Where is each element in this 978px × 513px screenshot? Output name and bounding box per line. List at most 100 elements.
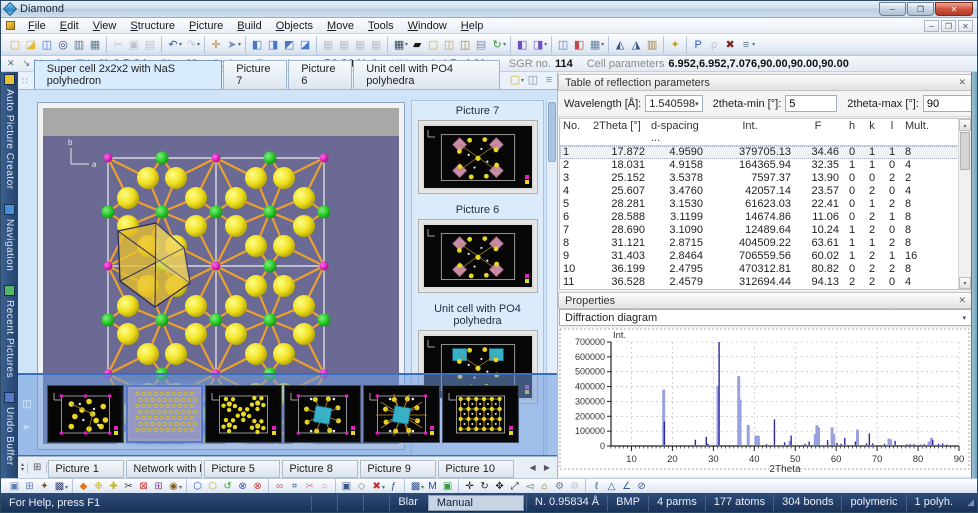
toolbar-icon[interactable]: ▥▾	[71, 36, 87, 54]
toolbar-icon[interactable]: ◫▾	[551, 36, 571, 54]
goto-structure-icon[interactable]: ↘	[19, 58, 35, 69]
restore-button[interactable]: ❐	[907, 2, 934, 16]
picture-tab[interactable]: Network with broken...	[126, 460, 202, 478]
dropdown-arrow-icon[interactable]: ▾	[65, 484, 68, 491]
tab-tool-icon[interactable]: ≡▾	[541, 71, 557, 89]
toolbar-icon[interactable]: ◎▾	[55, 36, 71, 54]
filmstrip-thumbnail[interactable]	[284, 385, 361, 443]
toolbar-icon[interactable]: ◪▾	[23, 36, 39, 54]
toolbar-icon[interactable]: ◭▾	[608, 36, 628, 54]
reflection-panel-close-icon[interactable]: ✕	[958, 77, 966, 88]
selector-arrow-icon[interactable]: ▾	[962, 314, 966, 322]
title-bar[interactable]: Diamond ─ ❐ ✕	[1, 1, 977, 18]
document-icon[interactable]	[6, 21, 15, 30]
toolbar-icon[interactable]: ↷▾	[183, 36, 201, 54]
toolbar-icon[interactable]: ◨▾	[530, 36, 548, 54]
toolbar-icon[interactable]: ✛▾	[204, 36, 224, 54]
document-tab[interactable]: Unit cell with PO4 polyhedra	[353, 60, 500, 89]
properties-selector[interactable]: Diffraction diagram ▾	[559, 309, 972, 326]
toolbar-icon[interactable]: ▤▾	[473, 36, 489, 54]
table-header[interactable]: No. 2Theta [°] d-spacing ... Int. F h k …	[560, 119, 971, 146]
table-row[interactable]: 6 28.588 3.1199 14674.86 11.06 0 2 1 8	[560, 211, 971, 224]
menu-item[interactable]: File	[21, 19, 53, 33]
menu-item[interactable]: Objects	[269, 19, 320, 33]
toolbar-icon[interactable]: ✂▾	[106, 36, 126, 54]
preview-label[interactable]: Unit cell with PO4 polyhedra	[414, 303, 541, 327]
table-row[interactable]: 11 36.528 2.4579 312694.44 94.13 2 2 0 4	[560, 276, 971, 289]
table-row[interactable]: 1 17.872 4.9590 379705.13 34.46 0 1 1 8	[560, 146, 971, 159]
toolbar-icon[interactable]: ↶▾	[161, 36, 183, 54]
resize-grip-icon[interactable]: ◢	[961, 497, 977, 508]
menu-item[interactable]: Structure	[123, 19, 182, 33]
menu-item[interactable]: Build	[230, 19, 268, 33]
toolbar-icon[interactable]: ◩▾	[281, 36, 297, 54]
dropdown-arrow-icon[interactable]: ▾	[238, 41, 241, 48]
toolbar-icon[interactable]: ◪▾	[297, 36, 313, 54]
dropdown-arrow-icon[interactable]: ▾	[544, 41, 547, 48]
document-tab[interactable]: Super cell 2x2x2 with NaS polyhedron	[34, 60, 223, 89]
toolbar-icon[interactable]: P▾	[686, 36, 706, 54]
toolbar-icon[interactable]: ▦▾	[368, 36, 384, 54]
close-structure-icon[interactable]: ✕	[3, 58, 19, 69]
table-row[interactable]: 3 25.152 3.5378 7597.37 13.90 0 0 2 2	[560, 172, 971, 185]
dropdown-arrow-icon[interactable]: ▾	[752, 41, 755, 48]
menu-item[interactable]: Edit	[53, 19, 86, 33]
toolbar-icon[interactable]: ▦▾	[387, 36, 409, 54]
sidebar-tab[interactable]: Undo Buffer	[4, 392, 15, 466]
filmstrip-pin-icon[interactable]: ➢	[22, 422, 31, 433]
document-tab[interactable]: Picture 6	[288, 60, 352, 89]
reflection-panel-header[interactable]: Table of reflection parameters ✕	[558, 74, 973, 91]
toolbar-icon[interactable]: ◧▾	[571, 36, 587, 54]
combo-arrow-icon[interactable]: ▾	[695, 100, 699, 108]
toolbar-icon[interactable]: ▢▾	[7, 36, 23, 54]
picture-tab[interactable]: Picture 9	[360, 460, 436, 478]
menu-item[interactable]: View	[86, 19, 124, 33]
mdi-restore-icon[interactable]: ❐	[941, 20, 956, 32]
toolbar-icon[interactable]: ◧▾	[245, 36, 265, 54]
close-button[interactable]: ✕	[935, 2, 973, 16]
table-row[interactable]: 7 28.690 3.1090 12489.64 10.24 1 2 0 8	[560, 224, 971, 237]
menu-item[interactable]: Move	[320, 19, 361, 33]
menu-item[interactable]: Picture	[182, 19, 230, 33]
minimize-button[interactable]: ─	[879, 2, 906, 16]
filmstrip-thumbnail[interactable]	[205, 385, 282, 443]
toolbar-icon[interactable]: ✖▾	[722, 36, 738, 54]
tab-tool-icon[interactable]: ◫▾	[525, 71, 541, 89]
toolbar-icon[interactable]: ▥▾	[644, 36, 660, 54]
picture-tab[interactable]: Picture 8	[282, 460, 358, 478]
table-row[interactable]: 2 18.031 4.9158 164365.94 32.35 1 1 0 4	[560, 159, 971, 172]
toolbar-icon[interactable]: ▢▾	[425, 36, 441, 54]
toolbar-icon[interactable]: ◫▾	[39, 36, 55, 54]
tab-tool-icon[interactable]: ▢▾	[507, 71, 525, 89]
dropdown-arrow-icon[interactable]: ▾	[405, 41, 408, 48]
table-row[interactable]: 9 31.403 2.8464 706559.56 60.02 1 2 1 16	[560, 250, 971, 263]
table-scrollbar[interactable]: ▴ ▾	[958, 119, 971, 289]
sidebar-tab[interactable]: Navigation	[4, 204, 15, 271]
toolbar-icon[interactable]: ▦▾	[352, 36, 368, 54]
filmstrip-thumbnail[interactable]	[126, 385, 203, 443]
mdi-close-icon[interactable]: ✕	[958, 20, 973, 32]
toolbar-icon[interactable]: ▦▾	[87, 36, 103, 54]
wavelength-combo[interactable]: 1.540598▾	[645, 95, 702, 112]
toolbar-icon[interactable]: ✦▾	[663, 36, 683, 54]
sidebar-tab[interactable]: Recent Pictures	[4, 285, 15, 378]
toolbar-icon[interactable]: ↻▾	[489, 36, 507, 54]
toolbar-icon[interactable]: ≡▾	[738, 36, 756, 54]
table-row[interactable]: 12 38.518 2.3354 141929.36 33.62 1 2 2 1…	[560, 289, 971, 290]
picture-tab[interactable]: Picture 5	[204, 460, 280, 478]
toolbar-icon[interactable]: ▰▾	[409, 36, 425, 54]
toolbar-icon[interactable]: ➤▾	[224, 36, 242, 54]
tabs-scroll-right-icon[interactable]: ▶	[541, 463, 553, 472]
toolbar-icon[interactable]: ▤▾	[142, 36, 158, 54]
picture-tab[interactable]: Picture 10	[438, 460, 514, 478]
dropdown-arrow-icon[interactable]: ▾	[601, 41, 604, 48]
preview-thumbnail[interactable]	[418, 219, 538, 293]
dropdown-arrow-icon[interactable]: ▾	[179, 41, 182, 48]
panel-resize-edge[interactable]	[971, 72, 977, 478]
toolbar-icon[interactable]: ◫▾	[441, 36, 457, 54]
preview-thumbnail[interactable]	[418, 120, 538, 194]
toolbar-icon[interactable]: ◨▾	[265, 36, 281, 54]
properties-panel-header[interactable]: Properties ✕	[558, 292, 973, 309]
dropdown-arrow-icon[interactable]: ▾	[382, 484, 385, 491]
properties-panel-close-icon[interactable]: ✕	[958, 295, 966, 306]
